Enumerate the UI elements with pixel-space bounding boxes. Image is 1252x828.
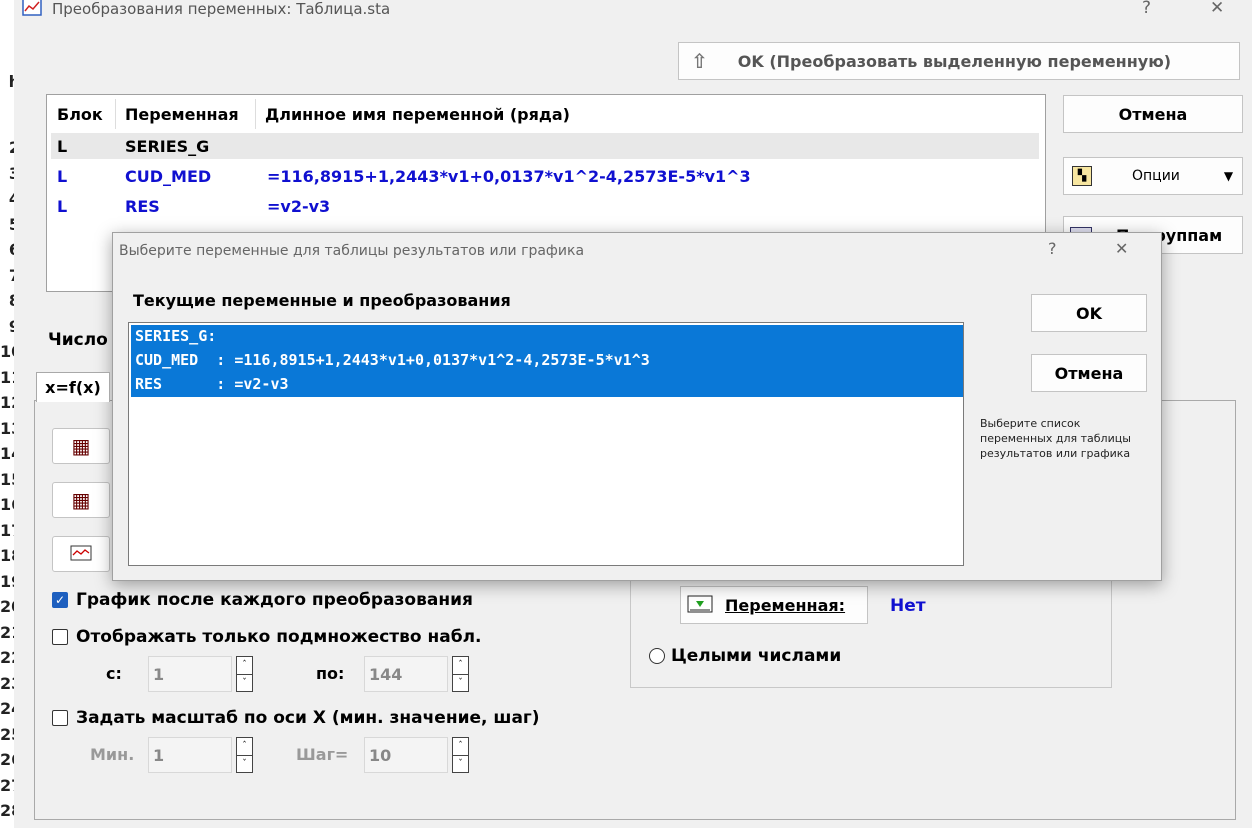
table-button-2[interactable]: ▦ — [52, 482, 110, 518]
from-field[interactable]: 1 — [148, 656, 232, 692]
variable-button[interactable]: Переменная: — [680, 586, 868, 624]
list-item[interactable]: RES : =v2-v3 — [131, 373, 963, 397]
spreadsheet-icon: ▦ — [71, 488, 91, 512]
to-field[interactable]: 144 — [364, 656, 448, 692]
options-button[interactable]: ▚ Опции ▼ — [1063, 157, 1243, 195]
ok-transform-button[interactable]: ⇧ OK (Преобразовать выделенную переменну… — [678, 42, 1240, 80]
dialog-close-button[interactable]: ✕ — [1115, 239, 1128, 258]
table-row[interactable]: L RES =v2-v3 — [51, 193, 1039, 219]
count-label: Число — [48, 330, 108, 350]
chart-down-icon — [687, 595, 713, 613]
from-spinner[interactable]: ˆˇ — [236, 656, 253, 692]
table-button-1[interactable]: ▦ — [52, 428, 110, 464]
graph-button[interactable] — [52, 536, 110, 572]
app-chart-icon — [22, 0, 44, 18]
dialog-help-button[interactable]: ? — [1048, 239, 1057, 258]
min-label: Мин. — [90, 745, 135, 764]
list-item[interactable]: CUD_MED : =116,8915+1,2443*v1+0,0137*v1^… — [131, 349, 963, 373]
window-title: Преобразования переменных: Таблица.sta — [52, 0, 391, 18]
header-long-name: Длинное имя переменной (ряда) — [265, 105, 570, 124]
scale-checkbox[interactable] — [52, 710, 68, 726]
from-label: с: — [106, 664, 122, 683]
options-icon: ▚ — [1072, 166, 1092, 186]
cancel-button[interactable]: Отмена — [1063, 95, 1243, 133]
arrow-up-icon: ⇧ — [691, 49, 708, 73]
subset-checkbox[interactable] — [52, 629, 68, 645]
spreadsheet-icon: ▦ — [71, 434, 91, 458]
table-row[interactable]: L SERIES_G — [51, 133, 1039, 159]
dialog-cancel-button[interactable]: Отмена — [1031, 354, 1147, 392]
chevron-down-icon: ▼ — [1223, 169, 1234, 183]
step-field[interactable]: 10 — [364, 737, 448, 773]
integers-label: Целыми числами — [671, 646, 842, 666]
subset-label: Отображать только подмножество набл. — [76, 627, 482, 647]
step-label: Шаг= — [296, 745, 349, 764]
min-field[interactable]: 1 — [148, 737, 232, 773]
dialog-title: Выберите переменные для таблицы результа… — [119, 243, 585, 259]
to-spinner[interactable]: ˆˇ — [452, 656, 469, 692]
graph-after-label: График после каждого преобразования — [76, 590, 473, 610]
min-spinner[interactable]: ˆˇ — [236, 737, 253, 773]
step-spinner[interactable]: ˆˇ — [452, 737, 469, 773]
close-button[interactable]: ✕ — [1210, 0, 1224, 18]
scale-label: Задать масштаб по оси X (мин. значение, … — [76, 708, 540, 728]
dialog-ok-button[interactable]: OK — [1031, 294, 1147, 332]
to-label: по: — [316, 664, 345, 683]
header-block: Блок — [57, 105, 103, 124]
graph-after-checkbox[interactable]: ✓ — [52, 592, 68, 608]
header-variable: Переменная — [125, 105, 239, 124]
variables-listbox[interactable]: SERIES_G: CUD_MED : =116,8915+1,2443*v1+… — [128, 322, 964, 566]
variable-value: Нет — [890, 596, 926, 616]
help-button[interactable]: ? — [1142, 0, 1151, 18]
table-row[interactable]: L CUD_MED =116,8915+1,2443*v1+0,0137*v1^… — [51, 163, 1039, 189]
dialog-hint: Выберите список переменных для таблицы р… — [980, 417, 1131, 460]
dialog-heading: Текущие переменные и преобразования — [133, 291, 511, 310]
line-graph-icon — [70, 545, 92, 561]
integers-radio[interactable] — [649, 648, 665, 664]
tab-xfx[interactable]: x=f(x) — [36, 372, 110, 402]
list-item[interactable]: SERIES_G: — [131, 325, 963, 349]
